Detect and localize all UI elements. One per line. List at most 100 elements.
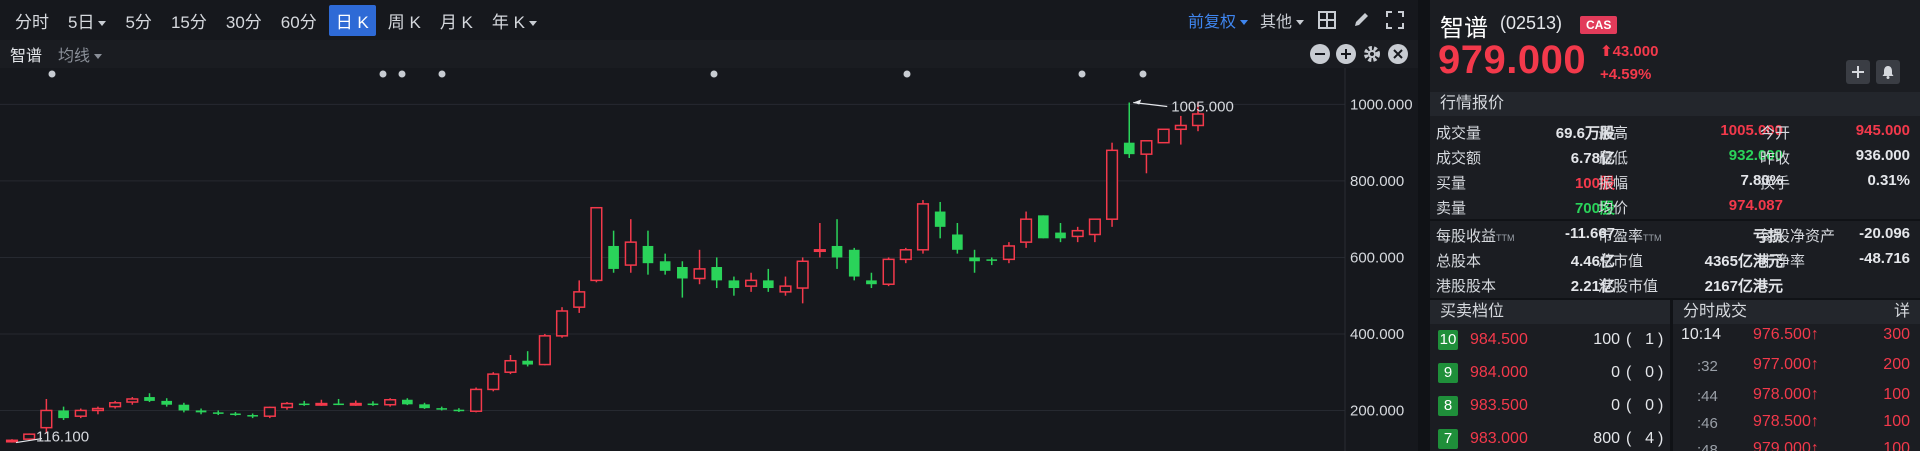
candle[interactable] — [831, 219, 843, 269]
candle[interactable] — [1037, 215, 1049, 239]
candle[interactable] — [419, 402, 430, 409]
candle[interactable] — [1002, 242, 1016, 264]
candle[interactable] — [349, 400, 362, 406]
period-week-k[interactable]: 周 K — [381, 5, 428, 36]
zoom-out-icon[interactable] — [1310, 44, 1330, 64]
candle[interactable] — [899, 247, 912, 264]
orderbook-level[interactable]: 9 984.000 0 (0) — [1430, 357, 1670, 390]
candle[interactable] — [487, 372, 500, 392]
orderbook-level[interactable]: 7 983.000 800 (4) — [1430, 423, 1670, 451]
period-month-k[interactable]: 月 K — [433, 5, 480, 36]
candle[interactable] — [247, 413, 258, 419]
add-watchlist-button[interactable] — [1846, 60, 1870, 84]
candle[interactable] — [728, 276, 740, 296]
candle[interactable] — [315, 399, 328, 406]
candle[interactable] — [969, 249, 980, 273]
period-60min[interactable]: 60分 — [274, 5, 324, 36]
candle[interactable] — [230, 411, 241, 416]
period-year-k[interactable]: 年 K — [485, 5, 544, 36]
candle[interactable] — [74, 408, 87, 419]
candle[interactable] — [384, 398, 397, 407]
candle[interactable] — [109, 400, 122, 409]
candle[interactable] — [333, 398, 344, 406]
orderbook-level[interactable]: 8 983.500 0 (0) — [1430, 390, 1670, 423]
candle[interactable] — [986, 257, 998, 266]
candle[interactable] — [538, 333, 551, 366]
zoom-in-icon[interactable] — [1336, 44, 1356, 64]
candle[interactable] — [555, 307, 569, 338]
ma-dropdown[interactable]: 均线 — [58, 42, 103, 66]
candle[interactable] — [1140, 140, 1153, 174]
candle[interactable] — [866, 272, 877, 289]
candle[interactable] — [762, 268, 774, 292]
candle[interactable] — [1174, 115, 1187, 145]
candle[interactable] — [677, 261, 688, 298]
gear-icon[interactable] — [1362, 44, 1382, 64]
candle[interactable] — [212, 410, 224, 416]
bell-alert-button[interactable] — [1876, 60, 1900, 84]
event-marker[interactable] — [438, 70, 446, 78]
panel-divider[interactable] — [1418, 0, 1430, 451]
candle[interactable] — [367, 401, 379, 406]
candle[interactable] — [5, 439, 19, 443]
period-5min[interactable]: 5分 — [118, 5, 158, 36]
candle[interactable] — [161, 398, 173, 407]
candle[interactable] — [1020, 211, 1033, 248]
candle[interactable] — [91, 406, 105, 415]
candle[interactable] — [1105, 142, 1119, 227]
candle[interactable] — [1088, 218, 1101, 243]
candle[interactable] — [195, 408, 207, 415]
fullscreen-icon[interactable] — [1384, 9, 1406, 31]
event-marker[interactable] — [1078, 70, 1086, 78]
candlestick-chart[interactable]: 1000.000 800.000 600.000 400.000 200.000 1005… — [0, 68, 1418, 451]
candle[interactable] — [711, 257, 723, 289]
candle[interactable] — [436, 406, 448, 411]
candle[interactable] — [1071, 226, 1084, 243]
event-marker[interactable] — [903, 70, 911, 78]
ticks-detail-link[interactable]: 详 — [1894, 300, 1910, 324]
candle[interactable] — [573, 280, 586, 313]
candle[interactable] — [659, 253, 671, 275]
period-15min[interactable]: 15分 — [164, 5, 214, 36]
candle[interactable] — [144, 393, 155, 403]
candle[interactable] — [1123, 102, 1135, 158]
candle[interactable] — [470, 387, 483, 413]
candle[interactable] — [402, 398, 413, 406]
draw-pen-icon[interactable] — [1350, 9, 1372, 31]
grid-layout-icon[interactable] — [1316, 9, 1338, 31]
period-5day[interactable]: 5日 — [61, 5, 113, 36]
period-day-k[interactable]: 日 K — [328, 4, 376, 36]
event-marker[interactable] — [48, 70, 56, 78]
candle[interactable] — [504, 354, 517, 375]
candle[interactable] — [590, 206, 603, 283]
candle[interactable] — [453, 408, 465, 412]
candle[interactable] — [298, 400, 310, 406]
other-dropdown[interactable]: 其他 — [1260, 8, 1304, 32]
candle[interactable] — [882, 257, 895, 287]
candle[interactable] — [642, 230, 654, 275]
period-timeshare[interactable]: 分时 — [8, 5, 56, 36]
candle[interactable] — [952, 223, 963, 254]
close-icon[interactable] — [1388, 44, 1408, 64]
candle[interactable] — [280, 402, 294, 410]
candle[interactable] — [813, 223, 826, 258]
event-marker[interactable] — [398, 70, 406, 78]
candle[interactable] — [779, 276, 792, 296]
candle[interactable] — [693, 249, 706, 285]
adjust-dropdown[interactable]: 前复权 — [1188, 8, 1248, 32]
event-marker[interactable] — [1139, 70, 1147, 78]
candle[interactable] — [263, 406, 276, 419]
event-marker[interactable] — [710, 70, 718, 78]
candle[interactable] — [848, 247, 860, 281]
candle[interactable] — [1055, 223, 1066, 243]
candle[interactable] — [796, 257, 809, 304]
candle[interactable] — [745, 272, 758, 292]
candle[interactable] — [934, 201, 946, 239]
orderbook-level[interactable]: 10 984.500 100 (1) — [1430, 324, 1670, 357]
candle[interactable] — [23, 433, 36, 441]
event-marker[interactable] — [379, 70, 387, 78]
candle[interactable] — [522, 351, 533, 367]
candle[interactable] — [1157, 128, 1170, 144]
period-30min[interactable]: 30分 — [219, 5, 269, 36]
candle[interactable] — [58, 406, 69, 421]
